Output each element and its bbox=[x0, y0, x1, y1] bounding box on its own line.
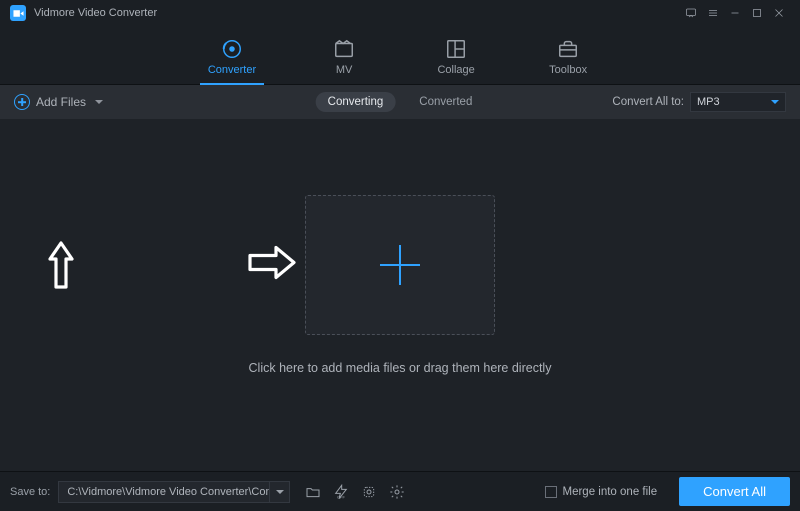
title-bar: Vidmore Video Converter bbox=[0, 0, 800, 26]
secondary-toolbar: Add Files Converting Converted Convert A… bbox=[0, 85, 800, 119]
tab-collage[interactable]: Collage bbox=[424, 34, 488, 84]
toolbox-icon bbox=[557, 38, 579, 60]
svg-text:OFF: OFF bbox=[337, 494, 346, 499]
save-to-label: Save to: bbox=[10, 486, 50, 498]
collage-icon bbox=[445, 38, 467, 60]
dropzone[interactable] bbox=[305, 195, 495, 335]
dropzone-caption: Click here to add media files or drag th… bbox=[249, 361, 552, 375]
tab-converted[interactable]: Converted bbox=[407, 92, 484, 112]
tutorial-arrow-right-icon bbox=[246, 244, 298, 287]
tab-converting[interactable]: Converting bbox=[316, 92, 396, 112]
chevron-down-icon bbox=[771, 100, 779, 104]
tab-collage-label: Collage bbox=[437, 64, 474, 76]
open-folder-button[interactable] bbox=[304, 483, 322, 501]
high-speed-button[interactable] bbox=[360, 483, 378, 501]
settings-button[interactable] bbox=[388, 483, 406, 501]
checkbox-box-icon bbox=[545, 486, 557, 498]
tab-converter-label: Converter bbox=[208, 64, 256, 76]
convert-all-button[interactable]: Convert All bbox=[679, 477, 790, 506]
plus-icon bbox=[380, 245, 420, 285]
footer-tool-icons: OFF bbox=[304, 483, 406, 501]
work-area: Click here to add media files or drag th… bbox=[0, 119, 800, 471]
save-path-dropdown[interactable] bbox=[269, 481, 289, 503]
output-format-select[interactable]: MP3 bbox=[690, 92, 786, 112]
converter-icon bbox=[221, 38, 243, 60]
tutorial-arrow-up-icon bbox=[48, 239, 74, 296]
convert-all-label: Convert All bbox=[703, 484, 766, 499]
app-window: Vidmore Video Converter Converter bbox=[0, 0, 800, 511]
add-files-button[interactable]: Add Files bbox=[14, 94, 103, 110]
close-button[interactable] bbox=[768, 2, 790, 24]
mv-icon bbox=[333, 38, 355, 60]
app-title: Vidmore Video Converter bbox=[34, 7, 157, 19]
tab-mv-label: MV bbox=[336, 64, 353, 76]
chevron-down-icon bbox=[95, 100, 103, 104]
save-path-value: C:\Vidmore\Vidmore Video Converter\Conve… bbox=[59, 486, 269, 498]
maximize-button[interactable] bbox=[746, 2, 768, 24]
feedback-icon[interactable] bbox=[680, 2, 702, 24]
primary-nav: Converter MV Collage Toolbox bbox=[0, 26, 800, 85]
add-files-label: Add Files bbox=[36, 95, 86, 109]
tab-converter[interactable]: Converter bbox=[200, 34, 264, 84]
plus-circle-icon bbox=[14, 94, 30, 110]
app-logo-icon bbox=[10, 5, 26, 21]
save-path-box: C:\Vidmore\Vidmore Video Converter\Conve… bbox=[58, 481, 290, 503]
tab-toolbox[interactable]: Toolbox bbox=[536, 34, 600, 84]
menu-icon[interactable] bbox=[702, 2, 724, 24]
merge-label: Merge into one file bbox=[563, 486, 658, 498]
footer-bar: Save to: C:\Vidmore\Vidmore Video Conver… bbox=[0, 471, 800, 511]
chevron-down-icon bbox=[276, 490, 284, 494]
minimize-button[interactable] bbox=[724, 2, 746, 24]
merge-checkbox[interactable]: Merge into one file bbox=[545, 486, 658, 498]
convert-all-to-label: Convert All to: bbox=[612, 96, 684, 108]
tab-mv[interactable]: MV bbox=[312, 34, 376, 84]
hardware-accel-button[interactable]: OFF bbox=[332, 483, 350, 501]
status-toggle: Converting Converted bbox=[316, 92, 485, 112]
tab-toolbox-label: Toolbox bbox=[549, 64, 587, 76]
output-format-value: MP3 bbox=[697, 96, 720, 108]
